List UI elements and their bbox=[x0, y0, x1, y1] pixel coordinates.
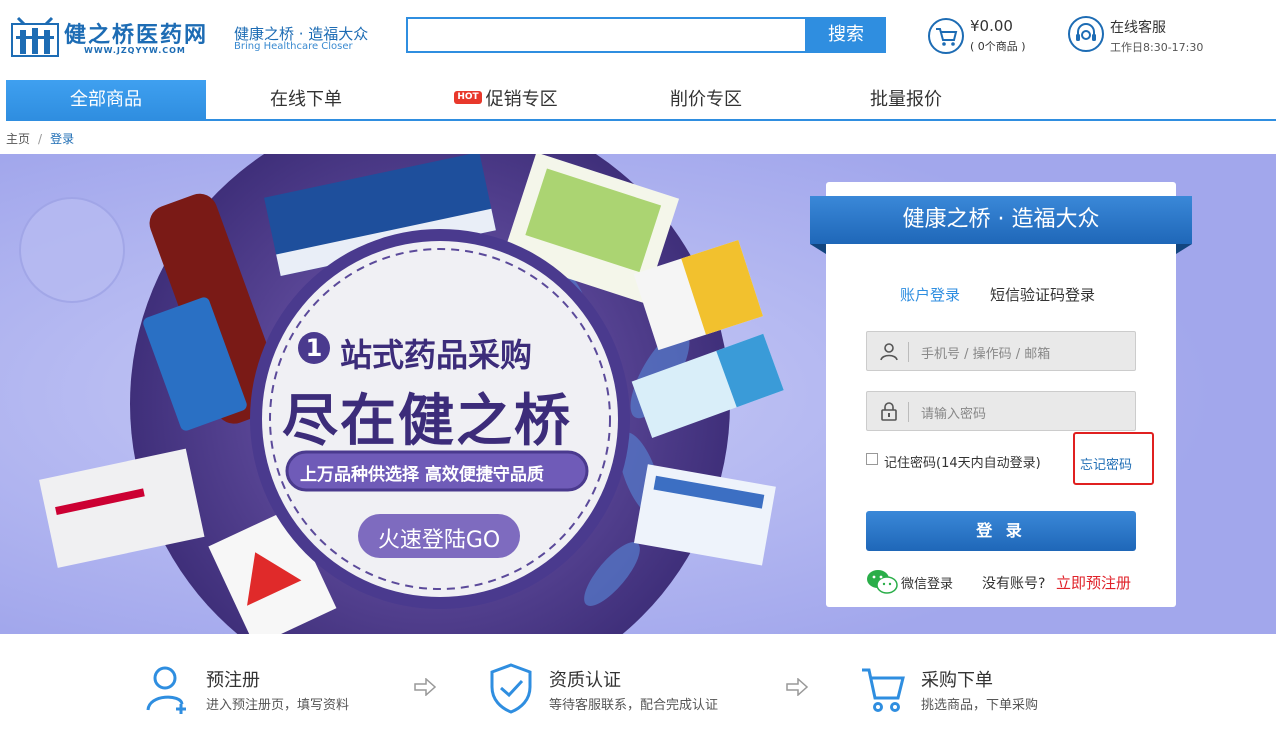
step-certify-title: 资质认证 bbox=[549, 670, 621, 691]
register-link[interactable]: 立即预注册 bbox=[1056, 572, 1131, 593]
banner-headline-number: 1 bbox=[305, 334, 323, 362]
login-ribbon: 健康之桥 · 造福大众 bbox=[810, 196, 1192, 244]
wechat-icon[interactable] bbox=[866, 569, 898, 595]
tab-sms-login[interactable]: 短信验证码登录 bbox=[990, 284, 1095, 305]
login-button[interactable]: 登 录 bbox=[866, 511, 1136, 551]
banner-cta[interactable]: 火速登陆GO bbox=[358, 522, 520, 554]
username-field[interactable]: 手机号 / 操作码 / 邮箱 bbox=[866, 331, 1136, 371]
username-placeholder: 手机号 / 操作码 / 邮箱 bbox=[921, 347, 1051, 362]
ribbon-fold-left bbox=[810, 244, 826, 254]
search-button[interactable]: 搜索 bbox=[806, 17, 886, 53]
forgot-password-highlight: 忘记密码 bbox=[1073, 432, 1154, 485]
banner-headline-1: 站式药品采购 bbox=[340, 336, 533, 374]
step-register-title: 预注册 bbox=[206, 670, 260, 691]
logo-text: 健之桥医药网 bbox=[64, 22, 209, 48]
banner-headline-2: 尽在健之桥 bbox=[282, 389, 572, 454]
breadcrumb-separator: / bbox=[38, 132, 43, 146]
hot-badge: HOT bbox=[454, 91, 482, 104]
logo-icon bbox=[11, 16, 59, 57]
lock-icon bbox=[881, 402, 897, 421]
remember-label[interactable]: 记住密码(14天内自动登录) bbox=[884, 452, 1041, 471]
breadcrumb-current: 登录 bbox=[50, 132, 75, 146]
wechat-login-link[interactable]: 微信登录 bbox=[901, 573, 953, 592]
nav-promotions-label: 促销专区 bbox=[485, 89, 558, 110]
breadcrumb: 主页 / 登录 bbox=[6, 130, 74, 147]
shield-check-icon bbox=[490, 663, 532, 714]
online-service-link[interactable]: 在线客服 bbox=[1110, 17, 1166, 37]
no-account-text: 没有账号? bbox=[982, 576, 1046, 592]
banner-tagline: 上万品种供选择 高效便捷守品质 bbox=[300, 465, 544, 485]
cart-icon bbox=[862, 668, 905, 712]
nav-promotions[interactable]: HOT 促销专区 bbox=[406, 80, 606, 119]
nav-online-order[interactable]: 在线下单 bbox=[206, 80, 406, 119]
slogan-english: Bring Healthcare Closer bbox=[234, 41, 353, 52]
nav-all-products[interactable]: 全部商品 bbox=[6, 80, 206, 119]
breadcrumb-home[interactable]: 主页 bbox=[6, 132, 30, 146]
field-divider bbox=[908, 402, 909, 422]
user-add-icon bbox=[146, 666, 186, 714]
field-divider bbox=[908, 342, 909, 362]
cart-item-count: ( 0个商品 ) bbox=[970, 40, 1026, 53]
arrow-right-icon bbox=[786, 678, 808, 696]
password-field[interactable]: 请输入密码 bbox=[866, 391, 1136, 431]
customer-service-icon[interactable] bbox=[1068, 16, 1104, 52]
step-register-desc: 进入预注册页，填写资料 bbox=[206, 698, 350, 713]
forgot-password-link[interactable]: 忘记密码 bbox=[1080, 454, 1132, 473]
step-certify-desc: 等待客服联系，配合完成认证 bbox=[549, 698, 719, 713]
password-placeholder: 请输入密码 bbox=[921, 407, 987, 422]
tab-account-login[interactable]: 账户登录 bbox=[900, 284, 960, 305]
nav-price-cut[interactable]: 削价专区 bbox=[606, 80, 806, 119]
step-purchase-title: 采购下单 bbox=[921, 670, 993, 691]
arrow-right-icon bbox=[414, 678, 436, 696]
service-hours: 工作日8:30-17:30 bbox=[1110, 41, 1204, 54]
main-nav: 全部商品 在线下单 HOT 促销专区 削价专区 批量报价 bbox=[6, 80, 1276, 121]
remember-checkbox[interactable] bbox=[866, 453, 878, 465]
ribbon-fold-right bbox=[1176, 244, 1192, 254]
cart-amount[interactable]: ¥0.00 bbox=[970, 17, 1013, 35]
logo-url: WWW.JZQYYW.COM bbox=[84, 46, 186, 55]
step-purchase-desc: 挑选商品，下单采购 bbox=[921, 698, 1039, 713]
cart-icon[interactable] bbox=[928, 18, 964, 54]
search-input[interactable] bbox=[406, 17, 807, 53]
user-icon bbox=[880, 343, 898, 361]
nav-bulk-quote[interactable]: 批量报价 bbox=[806, 80, 1006, 119]
